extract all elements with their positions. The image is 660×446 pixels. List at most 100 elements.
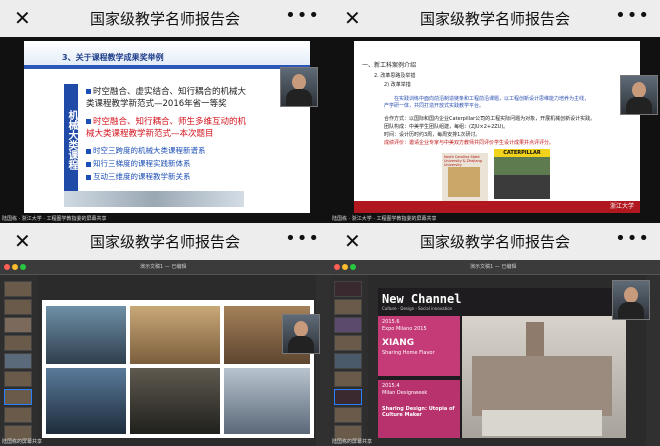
keynote-window: 演示文稿1 — 已编辑 陆国栋的屏幕共享 — [0, 260, 330, 446]
slide-thumbnail[interactable] — [334, 317, 362, 333]
slide-thumbnail[interactable] — [334, 299, 362, 315]
slide-line-2: 类课程教学新范式—2016年省一等奖 — [86, 99, 227, 109]
brand-subtitle: Sharing Home Flavor — [382, 350, 435, 356]
share-footer: 陆国栋 · 浙江大学 · 工程图学教指委的屏幕共享 — [332, 216, 437, 222]
slide-navigator[interactable] — [0, 275, 38, 446]
speaker-video[interactable] — [620, 75, 658, 115]
title-bar: ✕ 国家级教学名师报告会 ••• — [330, 223, 660, 260]
slide-thumbnail[interactable] — [4, 335, 32, 351]
panel-top-right: ✕ 国家级教学名师报告会 ••• 一、新工科案例介绍 2. 改革思路及举措 2)… — [330, 0, 660, 223]
slide-navigator[interactable] — [330, 275, 368, 446]
keynote-window: 演示文稿1 — 已编辑 New Channel Culture · Design… — [330, 260, 660, 446]
bullet-text: 互动三维度的课程教学新关系 — [93, 172, 191, 181]
panel-bottom-right: ✕ 国家级教学名师报告会 ••• 演示文稿1 — 已编辑 New Channel… — [330, 223, 660, 446]
slide-thumbnail-selected[interactable] — [4, 389, 32, 405]
slide-bullet-1: 时空三跨度的机械大类课程新谱系 — [86, 145, 206, 156]
bullet-icon — [86, 148, 91, 154]
slide-new-engineering: 一、新工科案例介绍 2. 改革思路及举措 2) 改革举措 在实践训练中面向前沿制… — [354, 41, 640, 213]
slide-thumbnail[interactable] — [4, 299, 32, 315]
campus-banner-image — [64, 191, 244, 207]
slide-title: New Channel — [382, 292, 462, 306]
title-bar: ✕ 国家级教学名师报告会 ••• — [0, 0, 330, 37]
title-bar: ✕ 国家级教学名师报告会 ••• — [0, 223, 330, 260]
slide-thumbnail[interactable] — [334, 407, 362, 423]
window-minimize-icon[interactable] — [342, 264, 348, 270]
bullet-icon — [86, 89, 91, 94]
slide-course-award: 3、关于课程教学成果奖举例 机械大类课程 时空融合、虚实结合、知行耦合的机械大 … — [24, 41, 310, 213]
designweek-topic: Sharing Design: Utopia of Culture Maker — [382, 406, 455, 418]
bullet-text: 知行三梯度的课程实践新体系 — [93, 159, 191, 168]
more-icon[interactable]: ••• — [285, 6, 320, 26]
slide-line-1: 时空融合、虚实结合、知行耦合的机械大 — [86, 87, 246, 98]
bullet-icon — [86, 174, 91, 180]
side-label: 机械大类课程 — [64, 84, 78, 196]
slide-thumbnail[interactable] — [4, 407, 32, 423]
speaker-video[interactable] — [282, 314, 320, 354]
document-title: 演示文稿1 — 已编辑 — [470, 264, 517, 270]
share-footer: 陆国栋 · 浙江大学 · 工程图学教指委的屏幕共享 — [2, 216, 107, 222]
shared-screen: 3、关于课程教学成果奖举例 机械大类课程 时空融合、虚实结合、知行耦合的机械大 … — [0, 37, 330, 223]
slide-bullet-2: 知行三梯度的课程实践新体系 — [86, 158, 191, 169]
bullet-text: 时空三跨度的机械大类课程新谱系 — [93, 146, 206, 155]
bullet-icon — [86, 161, 91, 167]
slide-p5: 时间：设计历时约3周，每周安排1次研讨。 — [384, 132, 481, 138]
page-title: 国家级教学名师报告会 — [419, 233, 570, 251]
window-minimize-icon[interactable] — [12, 264, 18, 270]
slide-bullet-3: 互动三维度的课程教学新关系 — [86, 171, 191, 182]
slide-new-channel: New Channel Culture · Design · Social in… — [378, 288, 626, 438]
line-text: 时空融合、知行耦合、师生多维互动的机 — [93, 117, 247, 127]
slide-h2: 2. 改革思路及举措 — [374, 73, 416, 79]
keynote-toolbar: 演示文稿1 — 已编辑 — [0, 260, 330, 275]
more-icon[interactable]: ••• — [615, 6, 650, 26]
slide-subtitle: Culture · Design · Social innovation — [382, 306, 453, 311]
slide-h3: 2) 改革举措 — [384, 82, 411, 88]
title-bar: ✕ 国家级教学名师报告会 ••• — [330, 0, 660, 37]
poster-text: North Carolina State University & Zhejia… — [444, 155, 482, 167]
slide-footer-bar: 浙江大学 — [354, 201, 640, 213]
expo-block: 2015.6 Expo Milano 2015 XIANG Sharing Ho… — [378, 316, 460, 376]
slide-thumbnail[interactable] — [4, 371, 32, 387]
slide-thumbnail[interactable] — [334, 353, 362, 369]
slide-p2: 产学研一体，共同打造开放式实践教学平台。 — [384, 103, 485, 109]
slide-thumbnail[interactable] — [4, 317, 32, 333]
slide-thumbnail[interactable] — [4, 281, 32, 297]
more-icon[interactable]: ••• — [285, 229, 320, 249]
slide-line-4: 械大类课程教学新范式—本次题目 — [86, 129, 214, 139]
panel-top-left: ✕ 国家级教学名师报告会 ••• 3、关于课程教学成果奖举例 机械大类课程 时空… — [0, 0, 330, 223]
poster-brand: CATERPILLAR — [494, 149, 550, 157]
photo-exhibit-6 — [224, 368, 310, 434]
panel-bottom-left: ✕ 国家级教学名师报告会 ••• 演示文稿1 — 已编辑 陆国栋的屏幕共享 — [0, 223, 330, 446]
team-photo: CATERPILLAR — [494, 149, 550, 199]
slide-heading: 3、关于课程教学成果奖举例 — [62, 53, 164, 62]
window-zoom-icon[interactable] — [350, 264, 356, 270]
designweek-year: 2015.4 — [382, 383, 400, 389]
speaker-video[interactable] — [280, 67, 318, 107]
window-zoom-icon[interactable] — [20, 264, 26, 270]
keynote-toolbar: 演示文稿1 — 已编辑 — [330, 260, 660, 275]
slide-header-bar — [24, 65, 310, 69]
page-title: 国家级教学名师报告会 — [89, 10, 240, 28]
speaker-video[interactable] — [612, 280, 650, 320]
designweek-block: 2015.4 Milan Designweek Sharing Design: … — [378, 380, 460, 438]
university-mark: 浙江大学 — [609, 203, 634, 210]
slide-thumbnail[interactable] — [4, 353, 32, 369]
slide-p1: 在实践训练中面向前沿制造链条和工程前沿课题，以工程创新设计思维能力培养为主线， — [394, 96, 590, 102]
page-title: 国家级教学名师报告会 — [419, 10, 570, 28]
slide-thumbnail-selected[interactable] — [334, 389, 362, 405]
photo-exhibit-4 — [46, 368, 126, 434]
photo-exhibit-2 — [130, 306, 220, 364]
share-footer: 陆国栋的屏幕共享 — [332, 439, 373, 445]
inspector-panel[interactable] — [316, 275, 330, 446]
slide-line-3: 时空融合、知行耦合、师生多维互动的机 — [86, 117, 246, 128]
slide-thumbnail[interactable] — [334, 371, 362, 387]
window-close-icon[interactable] — [4, 264, 10, 270]
expo-name: Expo Milano 2015 — [382, 326, 427, 332]
designweek-name: Milan Designweek — [382, 390, 428, 396]
poster-photo: North Carolina State University & Zhejia… — [442, 153, 488, 201]
brand-name: XIANG — [382, 338, 415, 348]
more-icon[interactable]: ••• — [615, 229, 650, 249]
slide-p3: 合作方式：以国际和国内企业Caterpillar公司的工程实际问题为对象，开展机… — [384, 116, 596, 122]
slide-thumbnail[interactable] — [334, 335, 362, 351]
window-close-icon[interactable] — [334, 264, 340, 270]
slide-thumbnail[interactable] — [334, 281, 362, 297]
